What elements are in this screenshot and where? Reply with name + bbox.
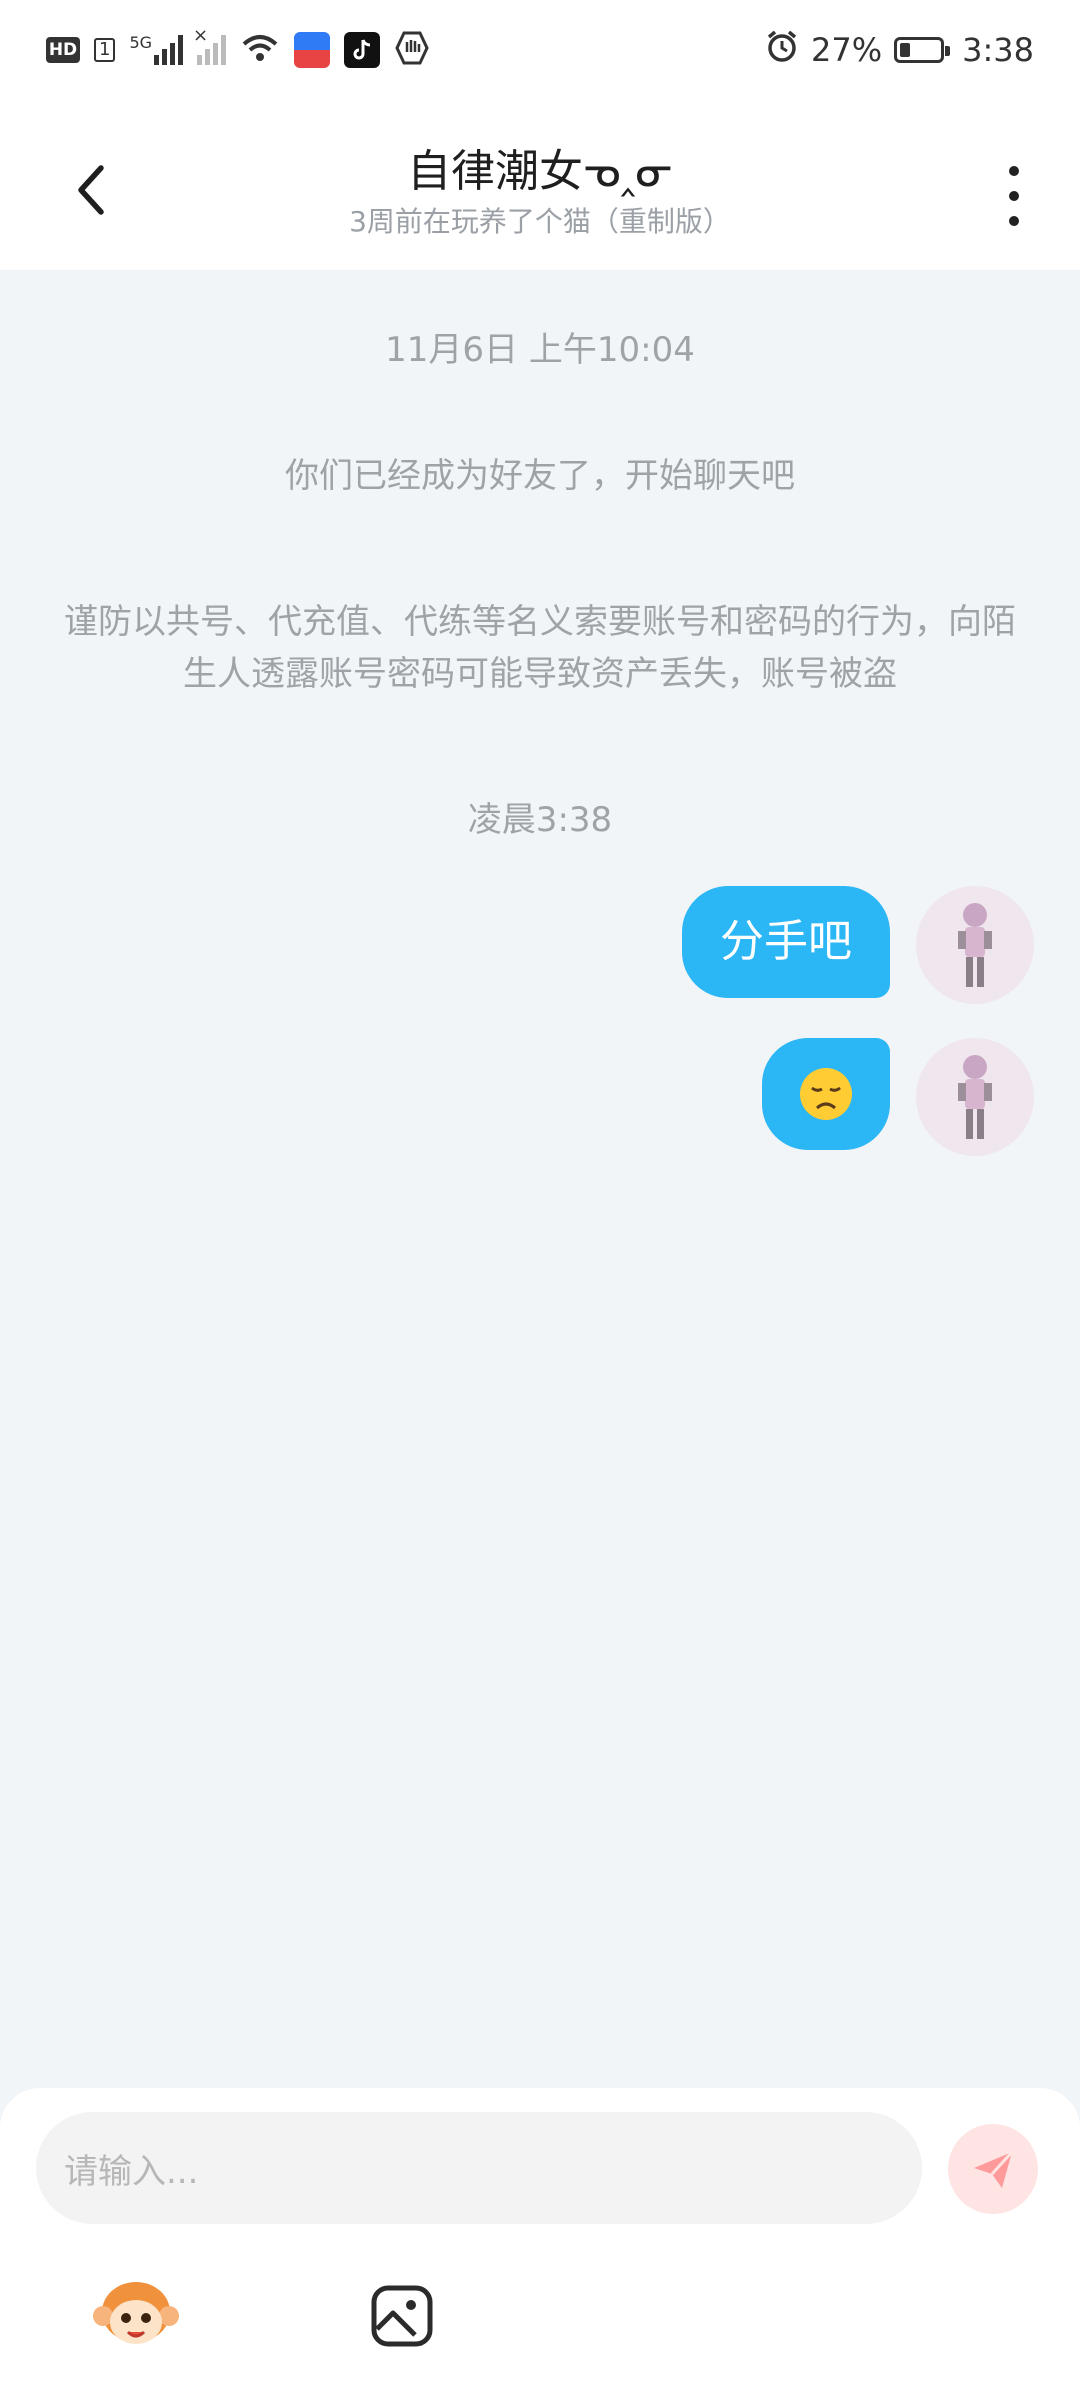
input-bar: 请输入... xyxy=(0,2088,1080,2400)
more-options-button[interactable] xyxy=(994,166,1034,226)
send-button[interactable] xyxy=(948,2124,1038,2214)
message-bubble[interactable]: 分手吧 xyxy=(682,886,890,998)
contact-status: 3周前在玩养了个猫（重制版） xyxy=(349,205,731,238)
no-signal-icon: × xyxy=(193,25,227,65)
signal-icon: 5G xyxy=(129,33,184,65)
character-avatar-icon xyxy=(958,903,992,987)
avatar[interactable] xyxy=(916,1038,1034,1156)
message-row xyxy=(762,1038,1034,1156)
disappointed-face-icon xyxy=(800,1068,852,1120)
emoji-bubble[interactable] xyxy=(762,1038,890,1150)
friend-notice: 你们已经成为好友了，开始聊天吧 xyxy=(285,456,795,496)
monkey-mascot-icon xyxy=(93,2282,179,2344)
hand-app-icon xyxy=(394,30,430,70)
shopping-app-icon xyxy=(294,32,331,68)
send-icon xyxy=(974,2150,1014,2188)
sticker-button[interactable] xyxy=(86,2266,186,2366)
sim-indicator: 1 xyxy=(94,38,116,62)
message-input[interactable]: 请输入... xyxy=(36,2112,922,2224)
title-block: 自律潮女ᓀ‸ᓂ 3周前在玩养了个猫（重制版） xyxy=(0,144,1080,240)
date-stamp: 11月6日 上午10:04 xyxy=(385,330,695,370)
time-stamp: 凌晨3:38 xyxy=(467,800,613,840)
alarm-icon xyxy=(765,29,799,71)
status-bar: HD 1 5G × 27% 3:38 xyxy=(0,0,1080,100)
message-row: 分手吧 xyxy=(682,886,1034,1004)
status-left: HD 1 5G × xyxy=(46,25,430,72)
more-dot-icon xyxy=(1009,166,1019,176)
hd-icon: HD xyxy=(46,37,80,63)
chat-header: 自律潮女ᓀ‸ᓂ 3周前在玩养了个猫（重制版） xyxy=(0,100,1080,270)
character-avatar-icon xyxy=(958,1055,992,1139)
wifi-icon xyxy=(240,32,280,68)
battery-icon xyxy=(894,37,951,63)
image-icon xyxy=(371,2285,433,2347)
clock: 3:38 xyxy=(962,31,1034,69)
contact-name: 自律潮女ᓀ‸ᓂ xyxy=(407,146,673,197)
avatar[interactable] xyxy=(916,886,1034,1004)
status-right: 27% 3:38 xyxy=(765,26,1034,74)
battery-percent: 27% xyxy=(811,31,883,69)
network-type: 5G xyxy=(129,33,153,52)
image-button[interactable] xyxy=(352,2266,452,2366)
tiktok-icon xyxy=(344,32,381,68)
chat-area[interactable]: 11月6日 上午10:04 你们已经成为好友了，开始聊天吧 谨防以共号、代充值、… xyxy=(0,270,1080,2090)
security-warning: 谨防以共号、代充值、代练等名义索要账号和密码的行为，向陌生人透露账号密码可能导致… xyxy=(64,602,1016,694)
